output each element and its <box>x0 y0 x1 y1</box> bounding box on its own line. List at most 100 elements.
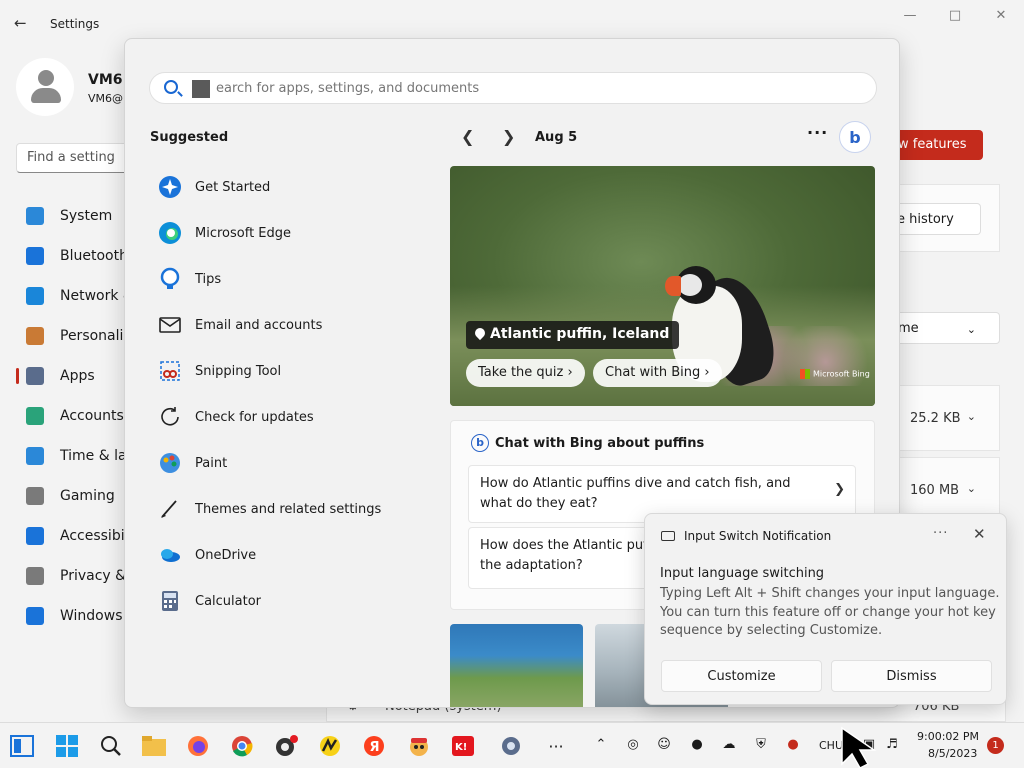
search-input[interactable]: earch for apps, settings, and documents <box>149 72 877 104</box>
chevron-up-icon[interactable]: ⌃ <box>591 737 611 755</box>
suggested-list: Get Started Microsoft Edge Tips Email and a… <box>157 164 417 624</box>
bing-icon[interactable]: b <box>839 121 871 153</box>
chat-card-title: Chat with Bing about puffins <box>495 436 705 451</box>
location-text: Atlantic puffin, Iceland <box>490 326 670 342</box>
volume-icon[interactable]: ♬ <box>882 737 902 755</box>
obs-icon[interactable] <box>272 732 300 760</box>
security-shield-icon[interactable]: ⛨ <box>751 737 771 755</box>
suggested-item[interactable]: Calculator <box>157 578 417 624</box>
firefox-icon[interactable] <box>184 732 212 760</box>
maximize-button[interactable]: □ <box>940 8 970 28</box>
chat-with-bing-button[interactable]: Chat with Bing › <box>593 359 722 387</box>
suggested-item-label: Microsoft Edge <box>195 225 292 241</box>
take-quiz-button[interactable]: Take the quiz › <box>466 359 585 387</box>
windows-start-icon[interactable] <box>53 732 81 760</box>
more-apps-icon[interactable]: ··· <box>542 732 570 760</box>
search-icon[interactable] <box>97 732 125 760</box>
customize-button[interactable]: Customize <box>661 660 822 692</box>
file-explorer-icon[interactable] <box>140 732 168 760</box>
sidebar-item-system[interactable]: System <box>0 196 126 236</box>
suggested-item[interactable]: Email and accounts <box>157 302 417 348</box>
puffin-thumbnail[interactable] <box>450 624 583 707</box>
chevron-down-icon: ⌄ <box>966 323 976 336</box>
back-button[interactable]: ← <box>14 14 34 34</box>
history-button[interactable]: e history <box>895 203 981 235</box>
microphone-icon[interactable]: ● <box>783 737 803 755</box>
xbox-icon[interactable]: ◎ <box>623 737 643 755</box>
paint-icon <box>157 450 183 476</box>
snipping-tool-icon <box>157 358 183 384</box>
brand-text: Microsoft Bing <box>813 369 870 379</box>
suggested-item[interactable]: Themes and related settings <box>157 486 417 532</box>
spotlight-hero-image[interactable]: Atlantic puffin, Iceland Take the quiz ›… <box>450 166 875 406</box>
avatar-head <box>38 70 54 86</box>
game-app-icon[interactable] <box>405 732 433 760</box>
location-label[interactable]: Atlantic puffin, Iceland <box>466 321 680 349</box>
bluetooth-icon <box>26 247 44 265</box>
close-window-button[interactable]: ✕ <box>986 8 1016 28</box>
obs-tray-icon[interactable]: ● <box>687 737 707 755</box>
sort-dropdown[interactable]: me ⌄ <box>896 312 1000 344</box>
suggested-item[interactable]: Check for updates <box>157 394 417 440</box>
sidebar-item-personaliz[interactable]: Personaliz <box>0 316 126 356</box>
app-icon[interactable]: K! <box>449 732 477 760</box>
suggested-item[interactable]: OneDrive <box>157 532 417 578</box>
chrome-icon[interactable] <box>228 732 256 760</box>
minimize-button[interactable]: — <box>895 8 925 28</box>
sidebar-item-windows-u[interactable]: Windows U <box>0 596 126 636</box>
calculator-icon <box>157 588 183 614</box>
dismiss-button[interactable]: Dismiss <box>831 660 992 692</box>
next-arrow-icon[interactable]: ❯ <box>502 127 515 146</box>
avatar[interactable] <box>16 58 74 116</box>
sidebar-item-label: Personaliz <box>60 328 126 344</box>
suggested-item-label: Check for updates <box>195 409 314 425</box>
sidebar-item-network[interactable]: Network & <box>0 276 126 316</box>
chevron-down-icon[interactable]: ⌄ <box>967 482 976 495</box>
suggested-item[interactable]: Microsoft Edge <box>157 210 417 256</box>
app-size-row[interactable]: 25.2 KB ⌄ <box>896 385 1000 451</box>
settings-gear-icon[interactable] <box>497 732 525 760</box>
suggested-item[interactable]: Tips <box>157 256 417 302</box>
more-options-icon[interactable]: ··· <box>807 123 828 142</box>
time-language-icon <box>26 447 44 465</box>
widgets-icon[interactable] <box>8 732 36 760</box>
windows-update-icon <box>26 607 44 625</box>
tips-icon <box>157 266 183 292</box>
clock-date[interactable]: 8/5/2023 <box>928 747 977 760</box>
tray-app-icon[interactable]: ☺ <box>654 737 674 755</box>
sidebar-item-apps[interactable]: Apps <box>0 356 126 396</box>
sidebar-item-time-lan[interactable]: Time & lan <box>0 436 126 476</box>
sidebar-item-label: Windows U <box>60 608 126 624</box>
sidebar-item-gaming[interactable]: Gaming <box>0 476 126 516</box>
previous-arrow-icon[interactable]: ❮ <box>461 127 474 146</box>
svg-text:K!: K! <box>455 742 467 753</box>
sidebar-item-label: Bluetooth <box>60 248 126 264</box>
chevron-down-icon[interactable]: ⌄ <box>967 410 976 423</box>
sidebar-item-bluetooth[interactable]: Bluetooth <box>0 236 126 276</box>
clock-time[interactable]: 9:00:02 PM <box>917 730 979 743</box>
avatar-body <box>31 88 61 103</box>
history-card: e history <box>895 184 1000 252</box>
more-options-icon[interactable]: ··· <box>933 526 948 541</box>
sidebar-item-accessibili[interactable]: Accessibili <box>0 516 126 556</box>
yandex-browser-icon[interactable]: Я <box>360 732 388 760</box>
suggested-item[interactable]: Snipping Tool <box>157 348 417 394</box>
new-features-button[interactable]: w features <box>896 130 983 160</box>
chat-with-bing-label: Chat with Bing <box>605 365 701 380</box>
suggested-item[interactable]: Paint <box>157 440 417 486</box>
mouse-cursor-icon <box>841 726 877 768</box>
sidebar-item-privacy-s[interactable]: Privacy & s <box>0 556 126 596</box>
chevron-right-icon: ❯ <box>834 482 845 497</box>
personalization-icon <box>26 327 44 345</box>
app-icon[interactable] <box>316 732 344 760</box>
onedrive-tray-icon[interactable]: ☁ <box>719 737 739 755</box>
close-icon[interactable]: ✕ <box>973 525 986 543</box>
sort-label: me <box>898 321 919 336</box>
suggested-item[interactable]: Get Started <box>157 164 417 210</box>
microsoft-logo-icon <box>800 369 810 379</box>
notification-badge[interactable]: 1 <box>987 737 1004 754</box>
find-setting-input[interactable]: Find a setting <box>16 143 128 173</box>
sidebar-item-accounts[interactable]: Accounts <box>0 396 126 436</box>
brush-icon <box>157 496 183 522</box>
app-size: 160 MB <box>910 483 960 498</box>
